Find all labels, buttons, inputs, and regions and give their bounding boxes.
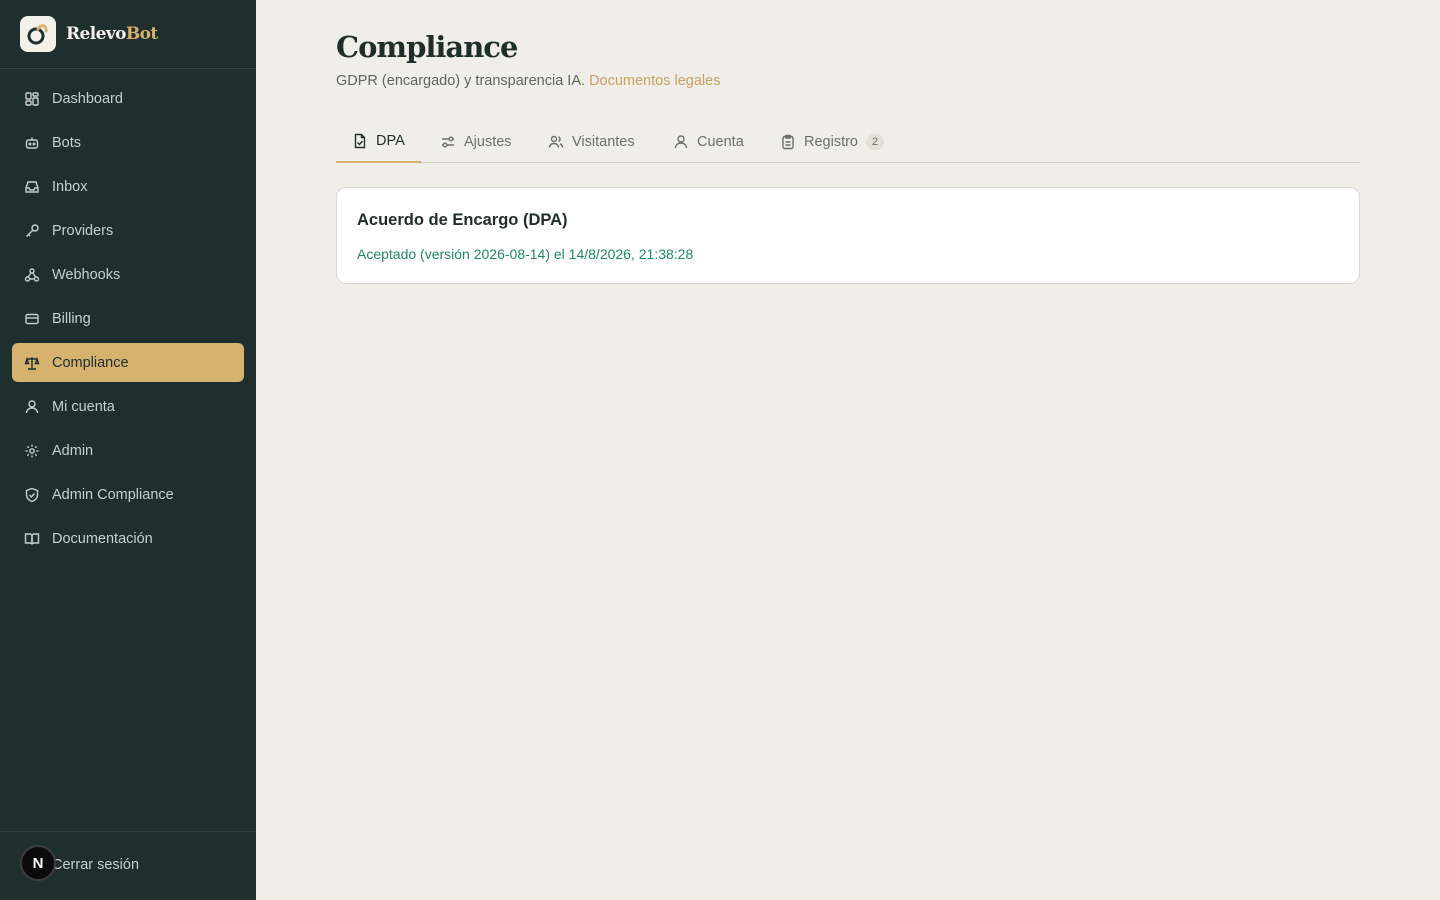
scale-icon (24, 355, 40, 371)
sidebar-item-label: Mi cuenta (52, 398, 115, 415)
sidebar-item-label: Compliance (52, 354, 129, 371)
logo-icon (20, 16, 56, 52)
brand-name: RelevoBot (66, 24, 158, 44)
user-icon (24, 399, 40, 415)
brand-name-part2: Bot (125, 24, 158, 44)
inbox-icon (24, 179, 40, 195)
shield-icon (24, 487, 40, 503)
sidebar-item-label: Billing (52, 310, 91, 327)
credit-card-icon (24, 311, 40, 327)
subtitle-text: GDPR (encargado) y transparencia IA. (336, 73, 586, 89)
sidebar-footer: Cerrar sesión N (0, 831, 256, 900)
sidebar-item-label: Admin Compliance (52, 486, 174, 503)
tab-dpa[interactable]: DPA (336, 120, 421, 163)
tab-visitantes[interactable]: Visitantes (548, 120, 635, 163)
tab-label: Registro (804, 133, 858, 150)
brand-name-part1: Relevo (66, 24, 126, 44)
bot-icon (24, 135, 40, 151)
users-icon (548, 134, 564, 150)
sliders-icon (440, 134, 456, 150)
key-icon (24, 223, 40, 239)
tab-label: DPA (376, 132, 405, 149)
sidebar-item-providers[interactable]: Providers (12, 211, 244, 250)
sidebar-item-billing[interactable]: Billing (12, 299, 244, 338)
card-title: Acuerdo de Encargo (DPA) (357, 211, 568, 229)
sidebar-item-label: Bots (52, 134, 82, 151)
webhook-icon (24, 267, 40, 283)
sidebar-item-bots[interactable]: Bots (12, 123, 244, 162)
sidebar-item-label: Providers (52, 222, 114, 239)
sidebar-item-dashboard[interactable]: Dashboard (12, 79, 244, 118)
sidebar-item-label: Webhooks (52, 266, 121, 283)
count-badge: 2 (866, 133, 885, 150)
tab-ajustes[interactable]: Ajustes (440, 120, 512, 163)
tab-registro[interactable]: Registro 2 (780, 120, 885, 163)
dpa-status-text: Aceptado (versión 2026-08-14) el 14/8/20… (357, 246, 694, 262)
sidebar-nav: Dashboard Bots Inbox Providers Webhooks … (12, 79, 244, 563)
dpa-card: Acuerdo de Encargo (DPA) Aceptado (versi… (336, 187, 1360, 284)
tab-label: Cuenta (697, 133, 744, 150)
sidebar: RelevoBot Dashboard Bots Inbox Providers… (0, 0, 256, 900)
sidebar-item-label: Inbox (52, 178, 88, 195)
sidebar-item-documentacion[interactable]: Documentación (12, 519, 244, 558)
book-icon (24, 531, 40, 547)
sidebar-item-mi-cuenta[interactable]: Mi cuenta (12, 387, 244, 426)
tab-label: Visitantes (572, 133, 635, 150)
sidebar-item-compliance[interactable]: Compliance (12, 343, 244, 382)
brand[interactable]: RelevoBot (0, 0, 256, 69)
tab-bar: DPA Ajustes Visitantes Cuenta Registro 2 (336, 120, 1360, 163)
sidebar-item-label: Admin (52, 442, 94, 459)
tab-cuenta[interactable]: Cuenta (673, 120, 744, 163)
sidebar-item-inbox[interactable]: Inbox (12, 167, 244, 206)
legal-documents-link[interactable]: Documentos legales (589, 73, 720, 89)
clipboard-icon (780, 134, 796, 150)
logout-button[interactable]: Cerrar sesión (52, 857, 139, 873)
file-check-icon (352, 133, 368, 149)
sidebar-item-label: Dashboard (52, 90, 123, 107)
dashboard-icon (24, 91, 40, 107)
sidebar-item-label: Documentación (52, 530, 153, 547)
page-title: Compliance (336, 30, 518, 64)
gear-icon (24, 443, 40, 459)
page-subtitle: GDPR (encargado) y transparencia IA. Doc… (336, 73, 720, 89)
user-icon (673, 134, 689, 150)
sidebar-item-webhooks[interactable]: Webhooks (12, 255, 244, 294)
avatar[interactable]: N (20, 845, 56, 881)
sidebar-item-admin-compliance[interactable]: Admin Compliance (12, 475, 244, 514)
sidebar-item-admin[interactable]: Admin (12, 431, 244, 470)
tab-label: Ajustes (464, 133, 512, 150)
